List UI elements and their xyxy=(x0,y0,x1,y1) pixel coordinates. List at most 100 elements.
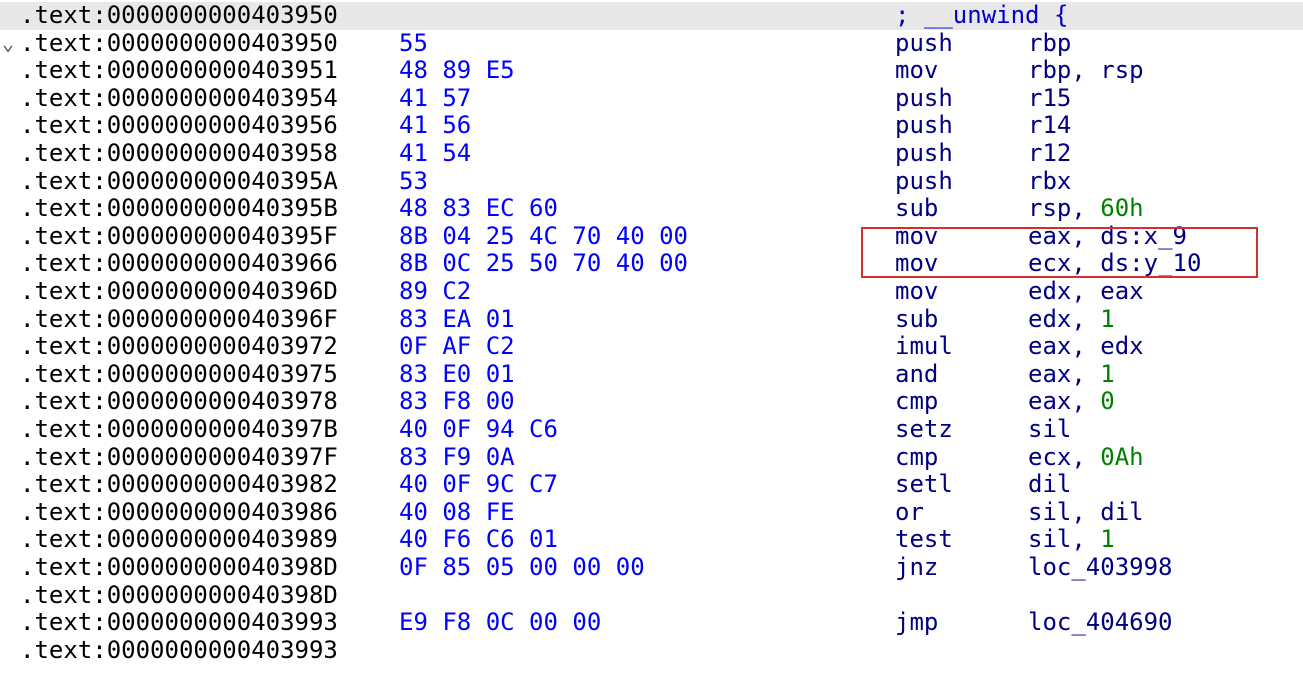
instruction-mnemonic: push xyxy=(895,111,953,140)
code-line[interactable]: .text:000000000040397B 40 0F 94 C6 setz sil xyxy=(0,415,1303,444)
opcode-bytes: 55 xyxy=(399,28,428,57)
operand-1[interactable]: eax xyxy=(1028,332,1071,360)
operand-1[interactable]: rbp xyxy=(1028,56,1071,84)
line-address: .text:0000000000403958 xyxy=(20,139,338,167)
operand-1[interactable]: dil xyxy=(1028,470,1071,498)
opcode-bytes: 40 0F 94 C6 xyxy=(399,415,558,443)
instruction-operands: dil xyxy=(1028,470,1071,499)
instruction-mnemonic: push xyxy=(895,166,953,195)
operand-2[interactable]: rsp xyxy=(1100,56,1143,84)
operand-1[interactable]: r15 xyxy=(1028,84,1071,112)
line-address: .text:0000000000403956 xyxy=(20,111,338,140)
code-line[interactable]: .text:000000000040396D 89 C2 mov edx, eax xyxy=(0,277,1303,306)
code-line[interactable]: .text:0000000000403993 E9 F8 0C 00 00 jmp l… xyxy=(0,608,1303,637)
operand-1[interactable]: loc_404690 xyxy=(1028,608,1173,636)
instruction-mnemonic: jnz xyxy=(895,553,939,581)
operand-separator: , xyxy=(1071,525,1101,554)
operand-separator: , xyxy=(1071,332,1101,361)
line-address: .text:0000000000403972 xyxy=(20,332,338,361)
code-line[interactable]: .text:0000000000403956 41 56 push r14 xyxy=(0,112,1303,140)
operand-2[interactable]: 1 xyxy=(1100,525,1114,554)
operand-1[interactable]: edx xyxy=(1028,277,1071,305)
code-line[interactable]: .text:0000000000403950 ; __unwind { xyxy=(0,1,1303,30)
operand-1[interactable]: sil xyxy=(1028,415,1071,443)
instruction-operands: eax, 0 xyxy=(1028,388,1115,416)
code-line[interactable]: .text:000000000040398D xyxy=(0,580,1303,610)
instruction-mnemonic: mov xyxy=(895,277,939,305)
instruction-operands: rbx xyxy=(1028,167,1071,196)
operand-1[interactable]: ecx xyxy=(1028,443,1071,471)
operand-2[interactable]: edx xyxy=(1100,332,1143,360)
instruction-operands: loc_403998 xyxy=(1028,553,1173,582)
operand-1[interactable]: rsp xyxy=(1028,194,1071,222)
opcode-bytes: 8B 04 25 4C 70 40 00 xyxy=(399,221,688,250)
operand-separator: , xyxy=(1071,304,1101,333)
operand-separator: , xyxy=(1071,442,1101,471)
instruction-mnemonic: push xyxy=(895,28,953,57)
instruction-mnemonic: sub xyxy=(895,304,939,333)
line-address: .text:000000000040396D xyxy=(20,277,338,305)
instruction-mnemonic: or xyxy=(895,497,924,526)
opcode-bytes: 83 EA 01 xyxy=(399,304,515,333)
line-address: .text:0000000000403982 xyxy=(20,470,338,499)
opcode-bytes: 40 0F 9C C7 xyxy=(399,470,558,499)
code-line[interactable]: .text:0000000000403958 41 54 push r12 xyxy=(0,139,1303,168)
line-address: .text:000000000040397F xyxy=(20,442,338,471)
instruction-mnemonic: push xyxy=(895,83,953,112)
operand-1[interactable]: rbx xyxy=(1028,167,1071,195)
operand-1[interactable]: eax xyxy=(1028,387,1071,416)
code-line[interactable]: .text:0000000000403986 40 08 FE or sil, dil xyxy=(0,497,1303,527)
line-address: .text:0000000000403978 xyxy=(20,387,338,416)
code-line[interactable]: .text:0000000000403972 0F AF C2 imul eax, e… xyxy=(0,332,1303,361)
operand-2[interactable]: 1 xyxy=(1100,360,1114,388)
operand-1[interactable]: eax xyxy=(1028,360,1071,388)
code-line[interactable]: .text:000000000040398D 0F 85 05 00 00 00 j… xyxy=(0,553,1303,582)
operand-1[interactable]: r12 xyxy=(1028,139,1071,167)
opcode-bytes: 89 C2 xyxy=(399,277,472,305)
code-line[interactable]: .text:000000000040396F 83 EA 01 sub edx, 1 xyxy=(0,304,1303,334)
line-address: .text:000000000040396F xyxy=(20,304,338,333)
opcode-bytes: 0F 85 05 00 00 00 xyxy=(399,553,645,581)
instruction-operands: ecx, 0Ah xyxy=(1028,442,1144,472)
operand-2[interactable]: 0 xyxy=(1100,387,1114,416)
operand-1[interactable]: rbp xyxy=(1028,29,1071,57)
operand-1[interactable]: edx xyxy=(1028,305,1071,333)
code-line[interactable]: .text:000000000040395A 53 push rbx xyxy=(0,166,1303,196)
line-address: .text:000000000040398D xyxy=(20,580,338,609)
code-line[interactable]: .text:0000000000403954 41 57 push r15 xyxy=(0,83,1303,113)
code-line[interactable]: .text:0000000000403978 83 F8 00 cmp eax, 0 xyxy=(0,388,1303,416)
opcode-bytes: 41 57 xyxy=(399,83,472,112)
line-address: .text:0000000000403989 xyxy=(20,525,338,554)
opcode-bytes: 83 E0 01 xyxy=(399,359,515,388)
operand-2[interactable]: dil xyxy=(1100,498,1143,526)
code-line[interactable]: .text:000000000040397F 83 F9 0A cmp ecx, 0A… xyxy=(0,442,1303,472)
operand-1[interactable]: loc_403998 xyxy=(1028,553,1173,581)
code-line[interactable]: .text:0000000000403982 40 0F 9C C7 setl dil xyxy=(0,470,1303,499)
disassembly-view[interactable]: .text:0000000000403950; __unwind {⌄ .text… xyxy=(0,0,1303,675)
operand-2[interactable]: 1 xyxy=(1100,305,1114,333)
operand-1[interactable]: r14 xyxy=(1028,111,1071,140)
code-line[interactable]: ⌄ .text:0000000000403950 55 push rbp xyxy=(0,28,1303,58)
instruction-operands: r12 xyxy=(1028,139,1071,168)
operand-1[interactable]: sil xyxy=(1028,498,1071,526)
code-line[interactable]: .text:0000000000403975 83 E0 01 and eax, 1 xyxy=(0,359,1303,389)
instruction-operands: sil xyxy=(1028,415,1071,444)
code-line[interactable]: .text:0000000000403993 xyxy=(0,636,1303,665)
code-line[interactable]: .text:000000000040395B 48 83 EC 60 sub rsp,… xyxy=(0,194,1303,223)
instruction-mnemonic: mov xyxy=(895,56,939,85)
instruction-mnemonic: test xyxy=(895,525,953,554)
fold-chevron-icon[interactable]: ⌄ xyxy=(2,30,14,58)
instruction-operands: loc_404690 xyxy=(1028,608,1173,637)
operand-2[interactable]: 0Ah xyxy=(1100,443,1143,471)
operand-1[interactable]: sil xyxy=(1028,525,1071,554)
code-line[interactable]: .text:0000000000403951 48 89 E5 mov rbp, rs… xyxy=(0,56,1303,85)
operand-2[interactable]: eax xyxy=(1100,277,1143,305)
line-address: .text:0000000000403950 xyxy=(20,28,338,57)
opcode-bytes: 0F AF C2 xyxy=(399,332,515,361)
operand-separator: , xyxy=(1071,497,1101,526)
opcode-bytes: 40 08 FE xyxy=(399,497,515,526)
instruction-operands: sil, dil xyxy=(1028,497,1144,527)
code-line[interactable]: .text:0000000000403989 40 F6 C6 01 test sil… xyxy=(0,526,1303,554)
operand-2[interactable]: 60h xyxy=(1100,194,1143,222)
operand-separator: , xyxy=(1071,387,1101,416)
